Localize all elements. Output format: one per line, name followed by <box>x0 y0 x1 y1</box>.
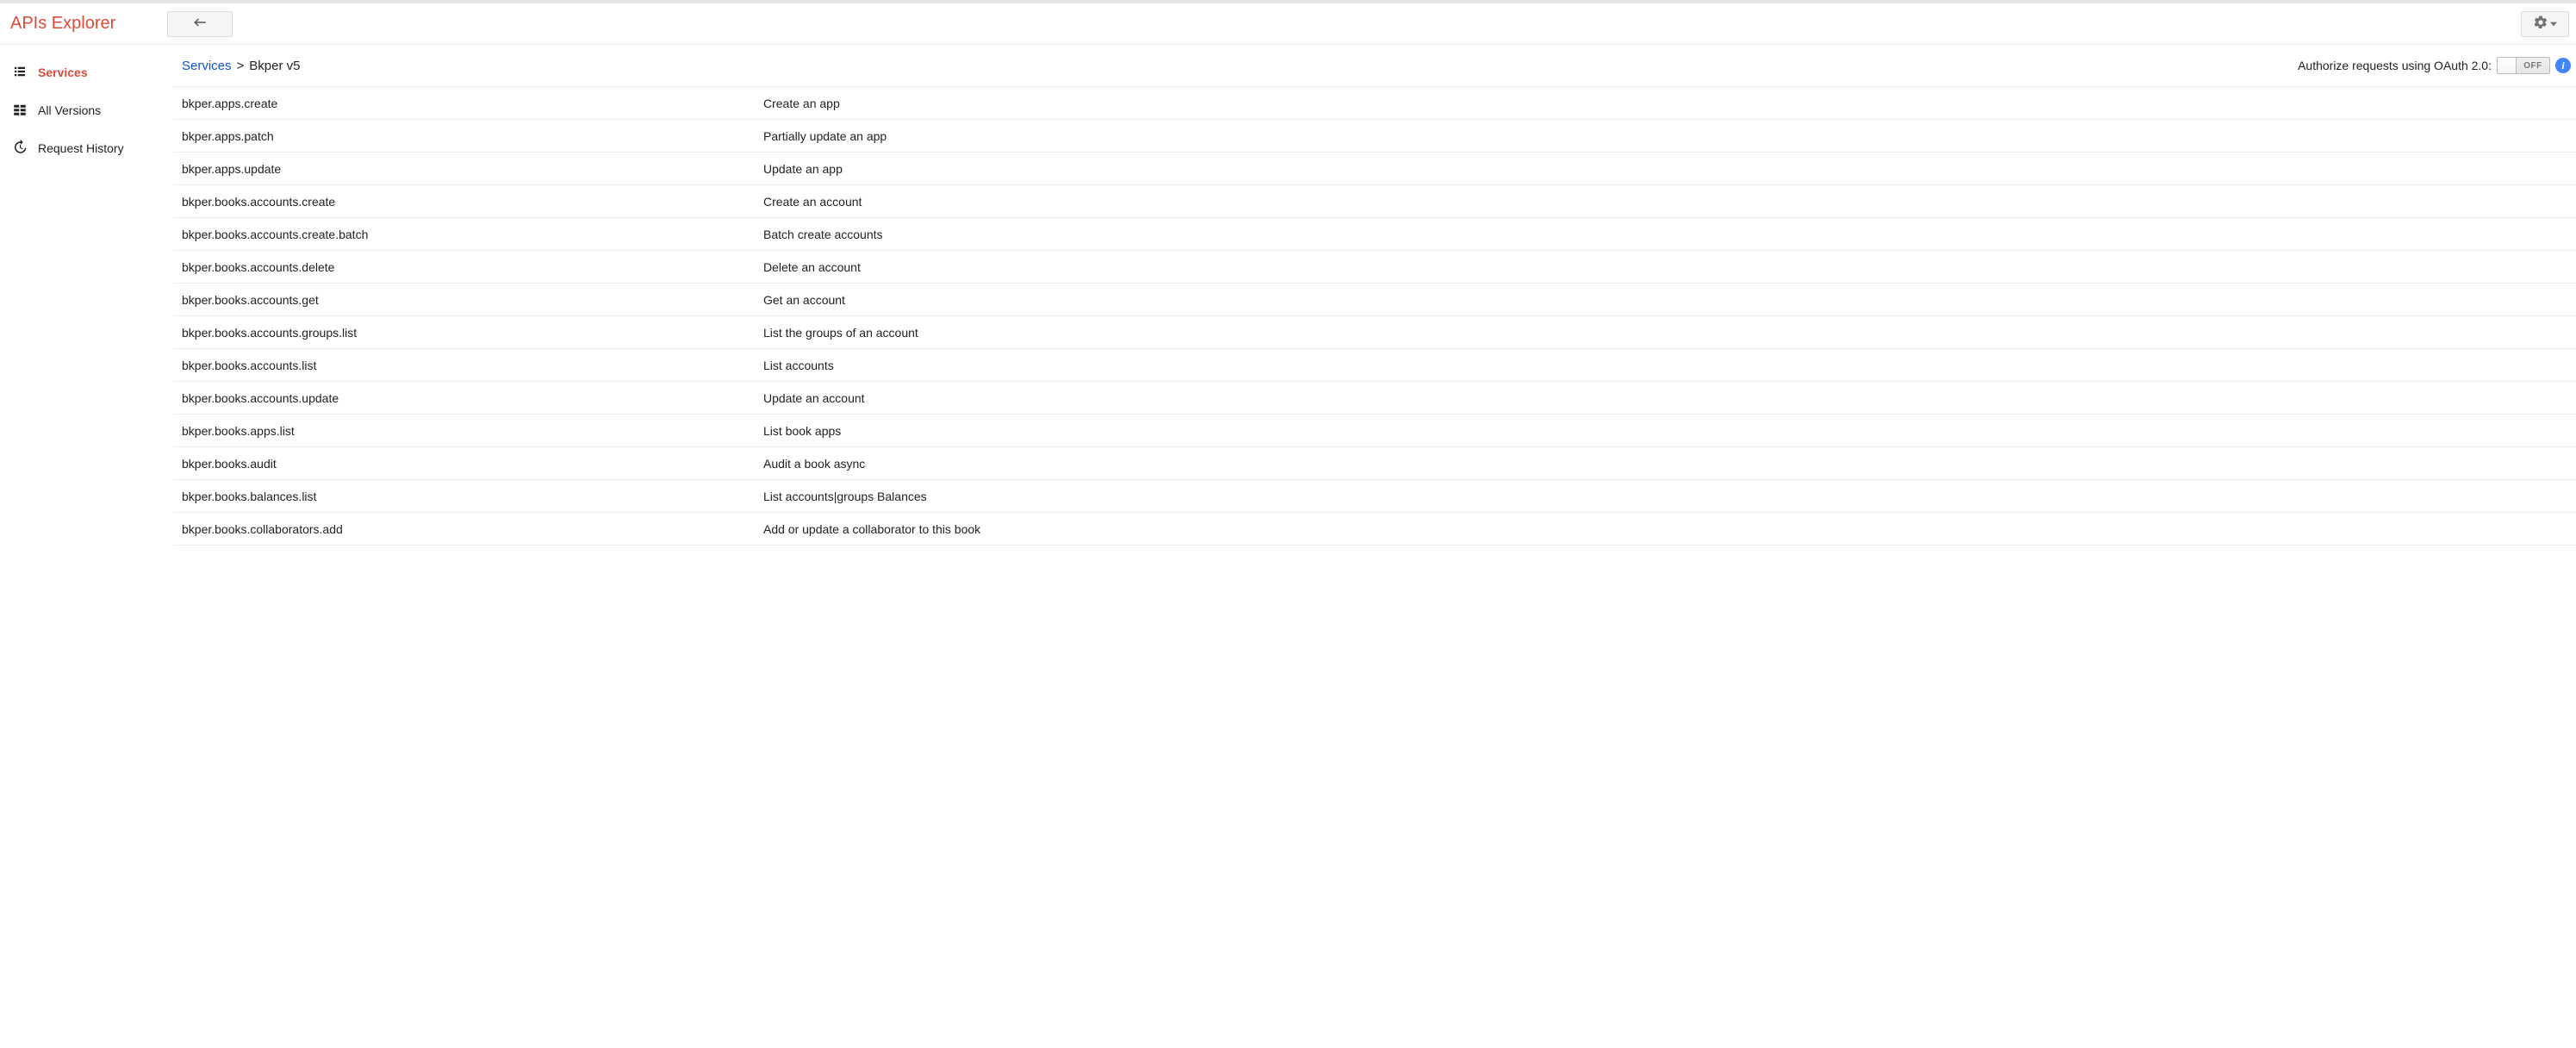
method-name: bkper.books.accounts.update <box>182 391 763 405</box>
method-name: bkper.books.accounts.delete <box>182 260 763 274</box>
versions-icon <box>12 102 28 120</box>
sidebar-item-label: All Versions <box>38 103 101 117</box>
method-row[interactable]: bkper.books.collaborators.addAdd or upda… <box>173 513 2576 546</box>
oauth-toggle[interactable]: OFF <box>2497 57 2550 74</box>
method-name: bkper.apps.create <box>182 97 763 110</box>
sidebar-item-request-history[interactable]: Request History <box>0 129 172 167</box>
toggle-state-label: OFF <box>2517 61 2549 71</box>
back-button[interactable] <box>167 11 233 37</box>
method-description: List book apps <box>763 424 841 438</box>
method-description: Add or update a collaborator to this boo… <box>763 522 980 536</box>
method-name: bkper.books.accounts.groups.list <box>182 326 763 340</box>
sidebar: Services All Versions Request History <box>0 45 172 1048</box>
auth-area: Authorize requests using OAuth 2.0: OFF … <box>2298 57 2571 74</box>
breadcrumb-row: Services > Bkper v5 Authorize requests u… <box>173 45 2576 87</box>
chevron-down-icon <box>2550 17 2557 30</box>
method-name: bkper.books.collaborators.add <box>182 522 763 536</box>
method-name: bkper.books.balances.list <box>182 490 763 503</box>
breadcrumb: Services > Bkper v5 <box>182 59 301 73</box>
method-description: Audit a book async <box>763 457 865 471</box>
method-row[interactable]: bkper.apps.createCreate an app <box>173 87 2576 120</box>
method-row[interactable]: bkper.apps.updateUpdate an app <box>173 153 2576 185</box>
header: APIs Explorer <box>0 3 2576 45</box>
method-row[interactable]: bkper.books.balances.listList accounts|g… <box>173 480 2576 513</box>
method-row[interactable]: bkper.books.apps.listList book apps <box>173 415 2576 447</box>
method-row[interactable]: bkper.books.auditAudit a book async <box>173 447 2576 480</box>
method-description: Delete an account <box>763 260 861 274</box>
history-icon <box>12 140 28 158</box>
app-title[interactable]: APIs Explorer <box>7 14 167 34</box>
method-row[interactable]: bkper.books.accounts.groups.listList the… <box>173 316 2576 349</box>
sidebar-item-label: Services <box>38 66 88 79</box>
method-row[interactable]: bkper.books.accounts.getGet an account <box>173 284 2576 316</box>
method-name: bkper.books.accounts.list <box>182 359 763 372</box>
method-description: List accounts <box>763 359 834 372</box>
breadcrumb-current: Bkper v5 <box>249 59 300 73</box>
method-description: Update an app <box>763 162 843 176</box>
sidebar-item-all-versions[interactable]: All Versions <box>0 91 172 129</box>
method-row[interactable]: bkper.books.accounts.createCreate an acc… <box>173 185 2576 218</box>
sidebar-item-label: Request History <box>38 141 124 155</box>
method-row[interactable]: bkper.books.accounts.deleteDelete an acc… <box>173 251 2576 284</box>
method-row[interactable]: bkper.books.accounts.updateUpdate an acc… <box>173 382 2576 415</box>
method-description: Batch create accounts <box>763 228 883 241</box>
method-row[interactable]: bkper.books.accounts.listList accounts <box>173 349 2576 382</box>
method-name: bkper.books.accounts.get <box>182 293 763 307</box>
method-name: bkper.apps.patch <box>182 129 763 143</box>
method-name: bkper.books.audit <box>182 457 763 471</box>
method-description: Create an app <box>763 97 840 110</box>
method-name: bkper.books.apps.list <box>182 424 763 438</box>
method-name: bkper.books.accounts.create <box>182 195 763 209</box>
method-name: bkper.books.accounts.create.batch <box>182 228 763 241</box>
method-list: bkper.apps.createCreate an appbkper.apps… <box>173 87 2576 546</box>
toggle-knob <box>2498 58 2517 73</box>
settings-button[interactable] <box>2521 11 2569 37</box>
gear-icon <box>2533 15 2548 33</box>
method-description: Get an account <box>763 293 845 307</box>
main-content: Services > Bkper v5 Authorize requests u… <box>172 45 2576 1048</box>
breadcrumb-separator: > <box>237 59 245 73</box>
method-description: List accounts|groups Balances <box>763 490 927 503</box>
list-icon <box>12 64 28 82</box>
method-description: Partially update an app <box>763 129 887 143</box>
method-row[interactable]: bkper.books.accounts.create.batchBatch c… <box>173 218 2576 251</box>
method-description: Update an account <box>763 391 865 405</box>
method-row[interactable]: bkper.apps.patchPartially update an app <box>173 120 2576 153</box>
method-description: Create an account <box>763 195 862 209</box>
info-icon[interactable]: i <box>2555 58 2571 73</box>
method-description: List the groups of an account <box>763 326 918 340</box>
auth-label: Authorize requests using OAuth 2.0: <box>2298 59 2492 72</box>
sidebar-item-services[interactable]: Services <box>0 53 172 91</box>
method-name: bkper.apps.update <box>182 162 763 176</box>
back-arrow-icon <box>192 15 208 33</box>
breadcrumb-root-link[interactable]: Services <box>182 59 232 73</box>
